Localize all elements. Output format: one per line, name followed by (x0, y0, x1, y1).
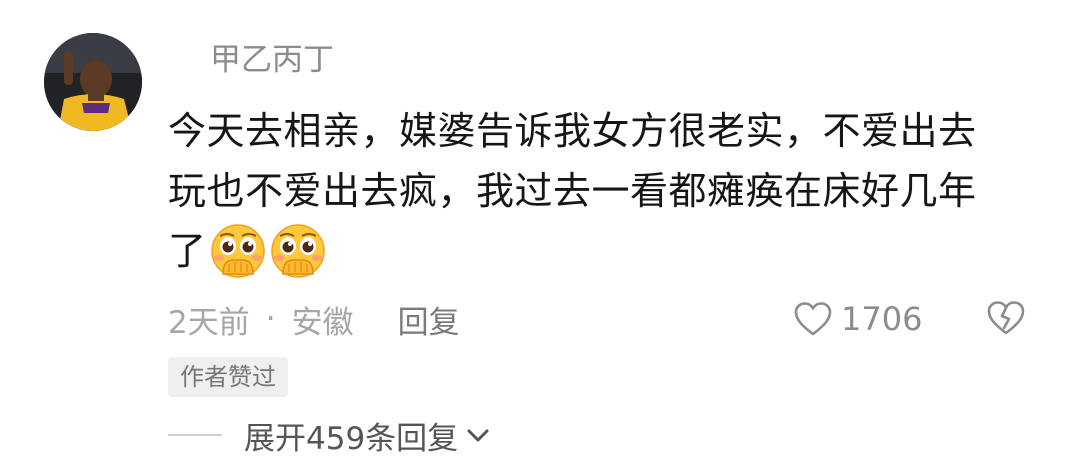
comment-username[interactable]: 甲乙丙丁 (210, 38, 334, 82)
comment-meta: 2天前 · 安徽 回复 (168, 294, 460, 344)
comment-location: 安徽 (291, 304, 354, 341)
like-button[interactable]: 1706 (793, 294, 922, 344)
author-liked-badge: 作者赞过 (168, 357, 288, 397)
pleading-face-emoji (210, 223, 265, 278)
comment-content: 今天去相亲，媒婆告诉我女方很老实，不爱出去 玩也不爱出去疯，我过去一看都瘫痪在床… (168, 98, 1038, 278)
reply-button[interactable]: 回复 (398, 297, 460, 342)
expand-replies-button[interactable]: 展开459条回复 (168, 412, 492, 458)
comment-line: 今天去相亲，媒婆告诉我女方很老实，不爱出去 (168, 108, 977, 153)
comment-time: 2天前 (168, 304, 250, 341)
comment-line: 玩也不爱出去疯，我过去一看都瘫痪在床好几年 (168, 168, 977, 213)
divider (168, 434, 222, 436)
meta-separator: · (265, 301, 276, 337)
chevron-down-icon (467, 429, 489, 442)
broken-heart-icon[interactable] (985, 298, 1027, 338)
comment-line: 了 (168, 218, 1038, 278)
expand-replies-label: 展开459条回复 (244, 420, 459, 457)
heart-outline-icon (794, 302, 832, 336)
like-count: 1706 (841, 300, 923, 338)
avatar[interactable] (44, 33, 142, 131)
pleading-face-emoji (270, 223, 325, 278)
